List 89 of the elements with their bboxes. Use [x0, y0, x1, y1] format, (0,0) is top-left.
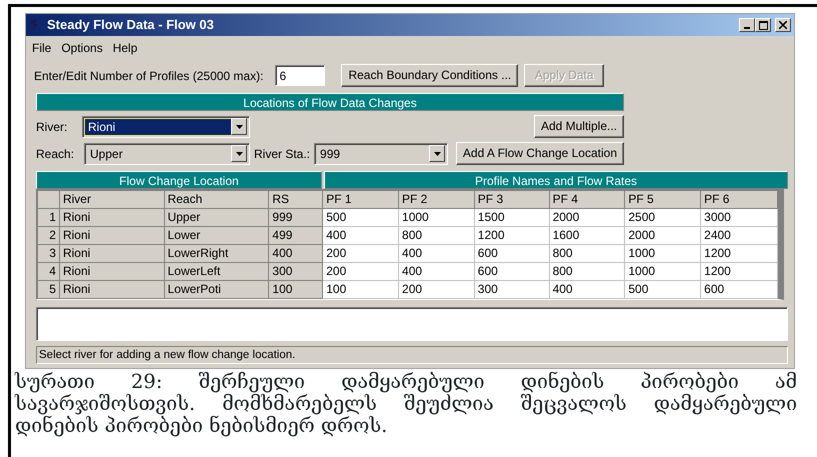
row-number: 3	[38, 244, 60, 262]
table-cell: 1200	[700, 244, 778, 262]
row-number: 1	[38, 208, 60, 226]
table-cell: 200	[398, 280, 474, 298]
row-number: 5	[38, 280, 60, 298]
table-cell: 500	[624, 280, 701, 298]
river-station-label: River Sta.:	[254, 146, 310, 162]
table-cell: 2500	[624, 208, 701, 226]
table-cell: 1500	[474, 208, 550, 226]
table-cell: 600	[474, 262, 550, 280]
table-cell: LowerPoti	[164, 280, 269, 298]
maximize-button[interactable]	[755, 18, 771, 32]
maximize-icon	[758, 20, 768, 30]
caret-icon	[236, 124, 242, 128]
table-cell: 200	[322, 262, 399, 280]
reach-dropdown[interactable]: Upper	[84, 142, 250, 164]
window-title: Steady Flow Data - Flow 03	[47, 16, 214, 34]
column-header: PF 6	[700, 190, 778, 208]
figure-caption: სურათი 29: შერჩეული დამყარებული დინების პირობები ამ სავარჯიშოსთვის. მომხმარებელს შეუძლია შეცვალოს დამყარებული დინების პირობები ნებისმიერ დროს.	[14, 371, 797, 437]
table-cell: Rioni	[59, 208, 164, 226]
column-header: PF 1	[322, 190, 399, 208]
table-cell: 1200	[474, 226, 550, 244]
table-cell: 100	[268, 280, 323, 298]
table-cell: 800	[549, 262, 625, 280]
group-header: Flow Change Location	[36, 171, 322, 189]
table-cell: 999	[268, 208, 323, 226]
menu-item[interactable]: Options	[61, 39, 103, 57]
table-cell: Rioni	[59, 280, 164, 298]
table-cell: 200	[322, 244, 399, 262]
column-header: PF 3	[474, 190, 550, 208]
close-button[interactable]	[775, 18, 791, 32]
column-header: Reach	[164, 190, 269, 208]
row-number: 4	[38, 262, 60, 280]
table-cell: 3000	[700, 208, 778, 226]
add-multiple-button[interactable]: Add Multiple...	[534, 115, 624, 138]
status-bar: Select river for adding a new flow change location.	[36, 346, 788, 364]
table-cell: 300	[268, 262, 323, 280]
minimize-button[interactable]	[739, 18, 755, 32]
table-cell: 2400	[700, 226, 778, 244]
add-location-button[interactable]: Add A Flow Change Location	[456, 142, 624, 165]
river-label: River:	[36, 118, 68, 136]
table-cell: 300	[474, 280, 550, 298]
table-cell: Lower	[164, 226, 269, 244]
table-cell: 800	[549, 244, 625, 262]
table-cell: LowerLeft	[164, 262, 269, 280]
profiles-label: Enter/Edit Number of Profiles (25000 max):	[34, 68, 264, 84]
table-cell: 400	[398, 244, 474, 262]
table-cell: 600	[474, 244, 550, 262]
table-cell: 400	[398, 262, 474, 280]
group-header: Profile Names and Flow Rates	[324, 171, 788, 189]
caret-icon	[434, 152, 441, 156]
reach-label: Reach:	[36, 146, 76, 162]
table-cell: 1600	[549, 226, 625, 244]
table-cell: Rioni	[59, 262, 164, 280]
column-header: RS	[268, 190, 323, 208]
close-icon	[779, 21, 787, 29]
column-header: PF 5	[624, 190, 701, 208]
table-cell: 600	[700, 280, 778, 298]
table-cell: 1200	[700, 262, 778, 280]
column-header: PF 4	[549, 190, 625, 208]
table-cell: LowerRight	[164, 244, 269, 262]
table-cell: 500	[322, 208, 399, 226]
table-cell: 2000	[624, 226, 701, 244]
column-header: PF 2	[398, 190, 474, 208]
table-cell: 400	[322, 226, 399, 244]
table-cell: 400	[268, 244, 323, 262]
table-cell: Upper	[164, 208, 269, 226]
app-icon	[29, 18, 41, 32]
menu-item[interactable]: File	[32, 39, 52, 57]
profiles-count-field[interactable]: 6	[275, 65, 326, 86]
table-cell: Rioni	[59, 244, 164, 262]
caret-icon	[236, 152, 242, 156]
table-cell: 800	[398, 226, 474, 244]
section-header: Locations of Flow Data Changes	[36, 93, 624, 111]
notes-field[interactable]	[36, 307, 788, 341]
river-station-dropdown[interactable]: 999	[314, 142, 448, 164]
boundary-conditions-button[interactable]: Reach Boundary Conditions ...	[341, 64, 518, 87]
row-number: 2	[38, 226, 60, 244]
table-cell: 1000	[624, 244, 701, 262]
table-cell: 100	[322, 280, 399, 298]
menu-item[interactable]: Help	[112, 39, 138, 57]
table-cell: 1000	[398, 208, 474, 226]
table-cell: 499	[268, 226, 323, 244]
table-cell: 2000	[549, 208, 625, 226]
column-header: River	[59, 190, 164, 208]
table-cell: Rioni	[59, 226, 164, 244]
table-cell: 1000	[624, 262, 701, 280]
river-dropdown[interactable]: Rioni	[82, 116, 250, 138]
table-cell: 400	[549, 280, 625, 298]
